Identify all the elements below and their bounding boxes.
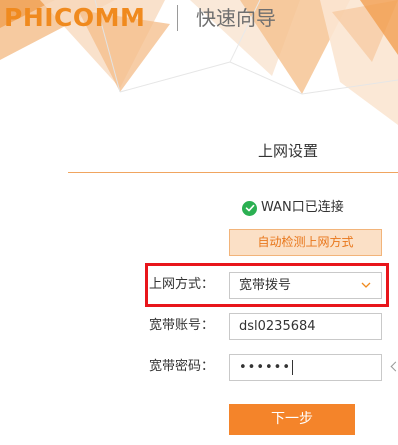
next-button[interactable]: 下一步 bbox=[229, 404, 355, 435]
account-label: 宽带账号： bbox=[148, 318, 214, 333]
section-divider bbox=[68, 172, 398, 173]
check-circle-icon bbox=[242, 200, 257, 216]
highlight-box bbox=[145, 263, 389, 307]
header: PHICOMM 快速向导 bbox=[0, 0, 398, 40]
password-label: 宽带密码： bbox=[148, 359, 214, 374]
text-cursor bbox=[292, 360, 294, 375]
password-input[interactable]: •••••• bbox=[229, 354, 382, 381]
password-value: •••••• bbox=[239, 360, 292, 375]
header-divider bbox=[177, 5, 178, 31]
account-value: dsl0235684 bbox=[239, 319, 316, 334]
account-input[interactable]: dsl0235684 bbox=[229, 313, 382, 340]
section-title: 上网设置 bbox=[258, 142, 319, 160]
wan-status-text: WAN口已连接 bbox=[261, 200, 344, 215]
phicomm-logo: PHICOMM bbox=[4, 3, 146, 32]
wan-status: WAN口已连接 bbox=[242, 199, 344, 217]
page-title: 快速向导 bbox=[196, 6, 276, 30]
auto-detect-button[interactable]: 自动检测上网方式 bbox=[229, 229, 382, 256]
